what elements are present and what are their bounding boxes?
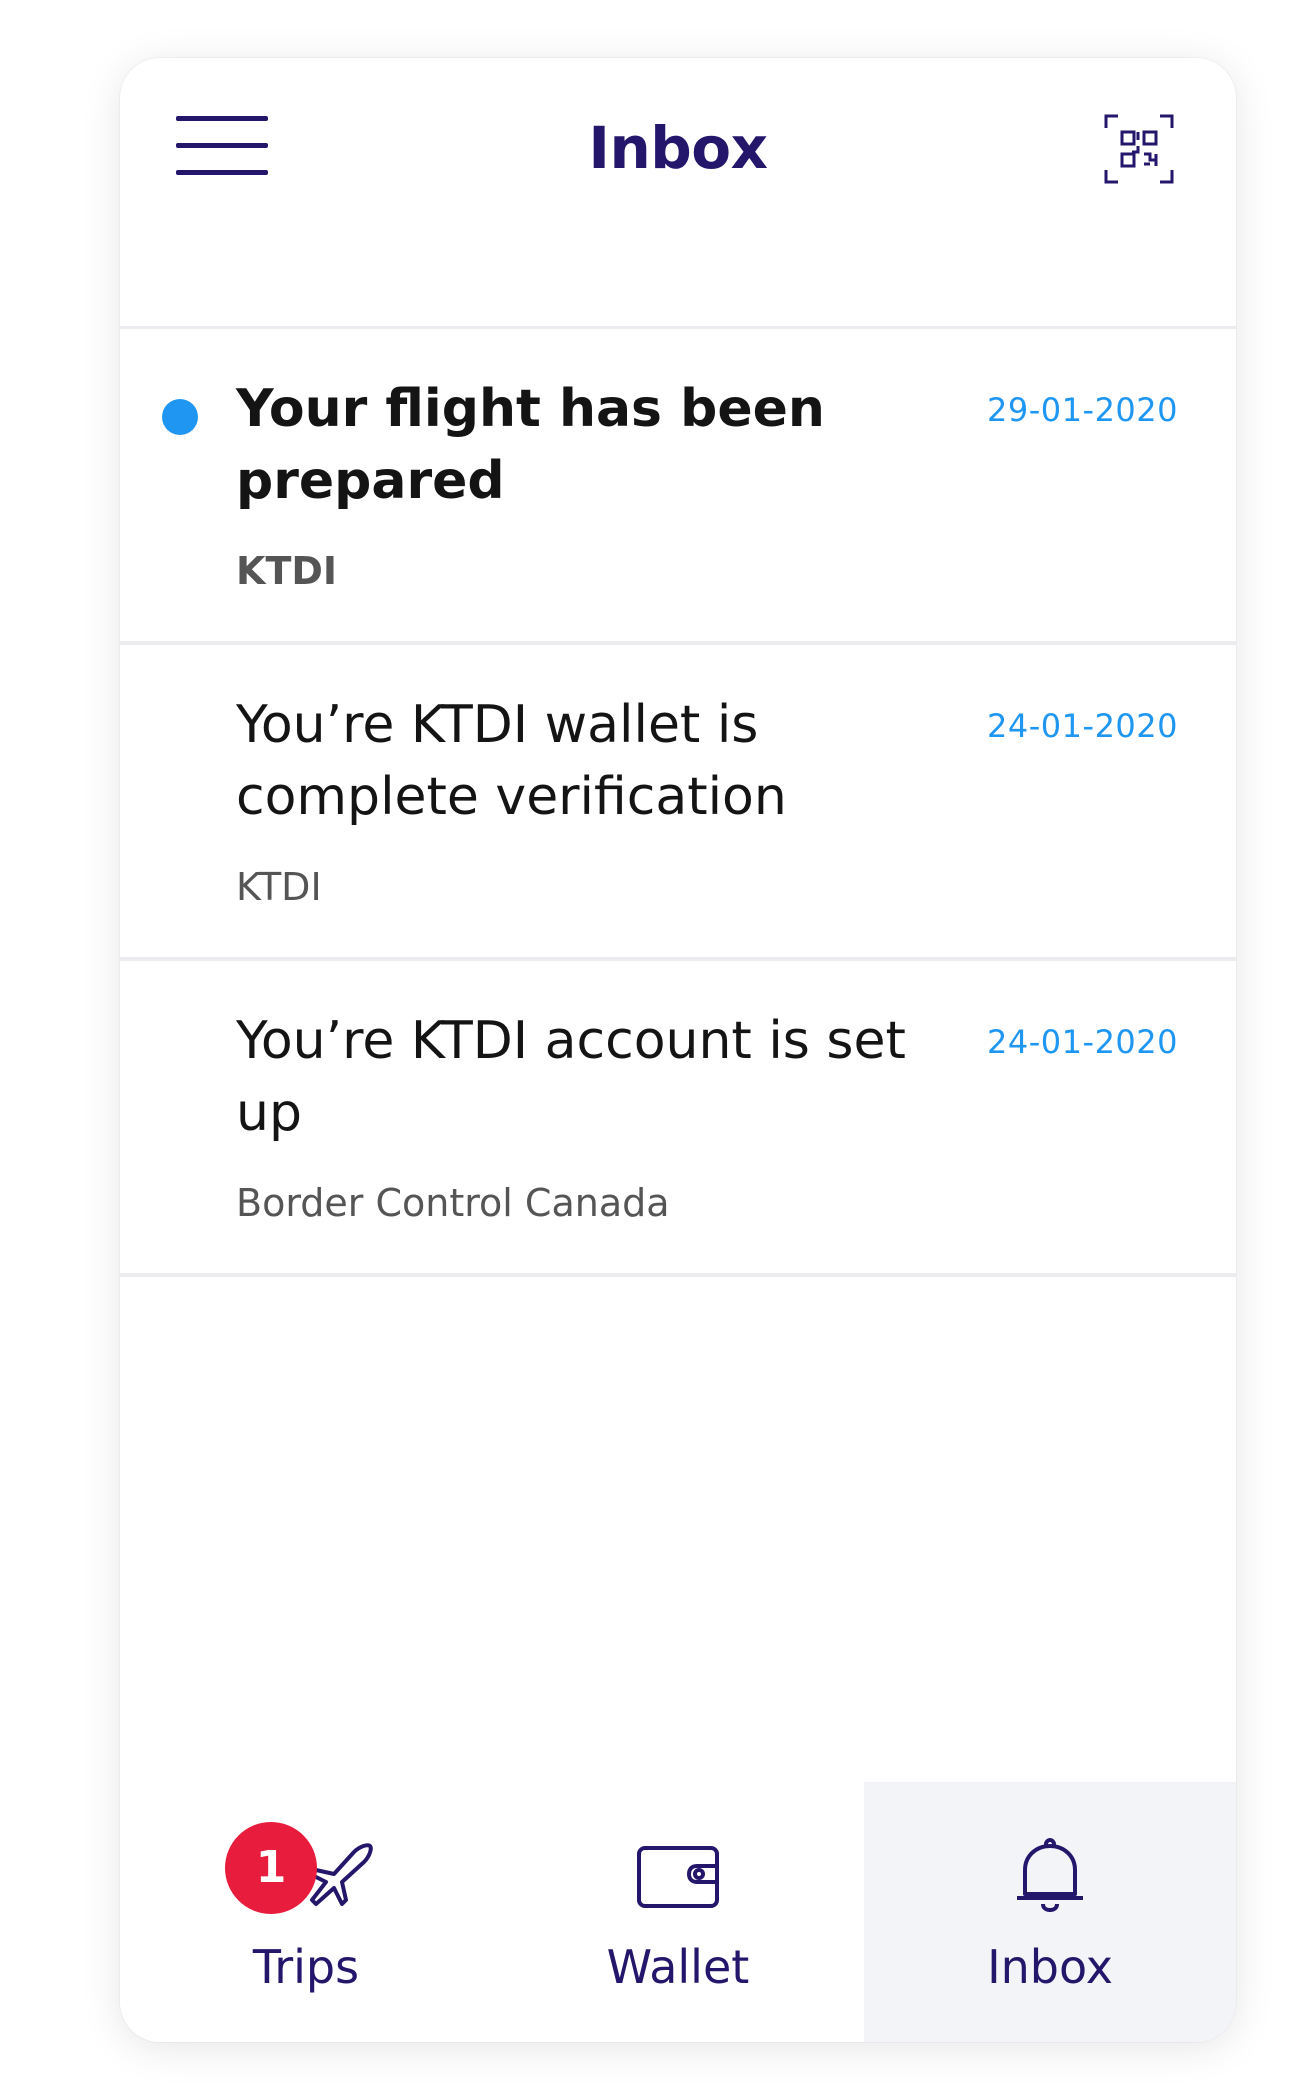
message-date: 29-01-2020 xyxy=(987,391,1178,429)
app-screen: Inbox Your flight has been prepared 29-0… xyxy=(120,58,1236,2042)
message-title: Your flight has been prepared xyxy=(236,379,825,511)
tab-wallet[interactable]: Wallet xyxy=(492,1782,864,2042)
app-header: Inbox xyxy=(120,58,1236,329)
qr-scan-icon xyxy=(1104,114,1174,184)
tab-trips[interactable]: 1 Trips xyxy=(120,1782,492,2042)
bottom-nav: 1 Trips Wallet Inbox xyxy=(120,1782,1236,2042)
qr-scan-button[interactable] xyxy=(1104,114,1174,184)
page-title: Inbox xyxy=(588,114,768,182)
notification-badge: 1 xyxy=(225,1822,317,1914)
message-title: You’re KTDI account is set up xyxy=(236,1011,906,1143)
bell-icon xyxy=(1017,1838,1083,1912)
tab-label: Wallet xyxy=(606,1940,750,1994)
wallet-icon xyxy=(637,1846,719,1908)
message-date: 24-01-2020 xyxy=(987,1023,1178,1061)
message-sender: KTDI xyxy=(236,865,322,909)
tab-inbox[interactable]: Inbox xyxy=(864,1782,1236,2042)
message-date: 24-01-2020 xyxy=(987,707,1178,745)
message-title: You’re KTDI wallet is complete verificat… xyxy=(236,695,787,827)
message-item[interactable]: You’re KTDI account is set up 24-01-2020… xyxy=(120,961,1236,1277)
message-sender: KTDI xyxy=(236,549,338,593)
message-item[interactable]: You’re KTDI wallet is complete verificat… xyxy=(120,645,1236,961)
tab-label: Trips xyxy=(252,1940,360,1994)
message-item[interactable]: Your flight has been prepared 29-01-2020… xyxy=(120,329,1236,645)
message-sender: Border Control Canada xyxy=(236,1181,670,1225)
unread-dot xyxy=(162,399,198,435)
tab-label: Inbox xyxy=(987,1940,1113,1994)
